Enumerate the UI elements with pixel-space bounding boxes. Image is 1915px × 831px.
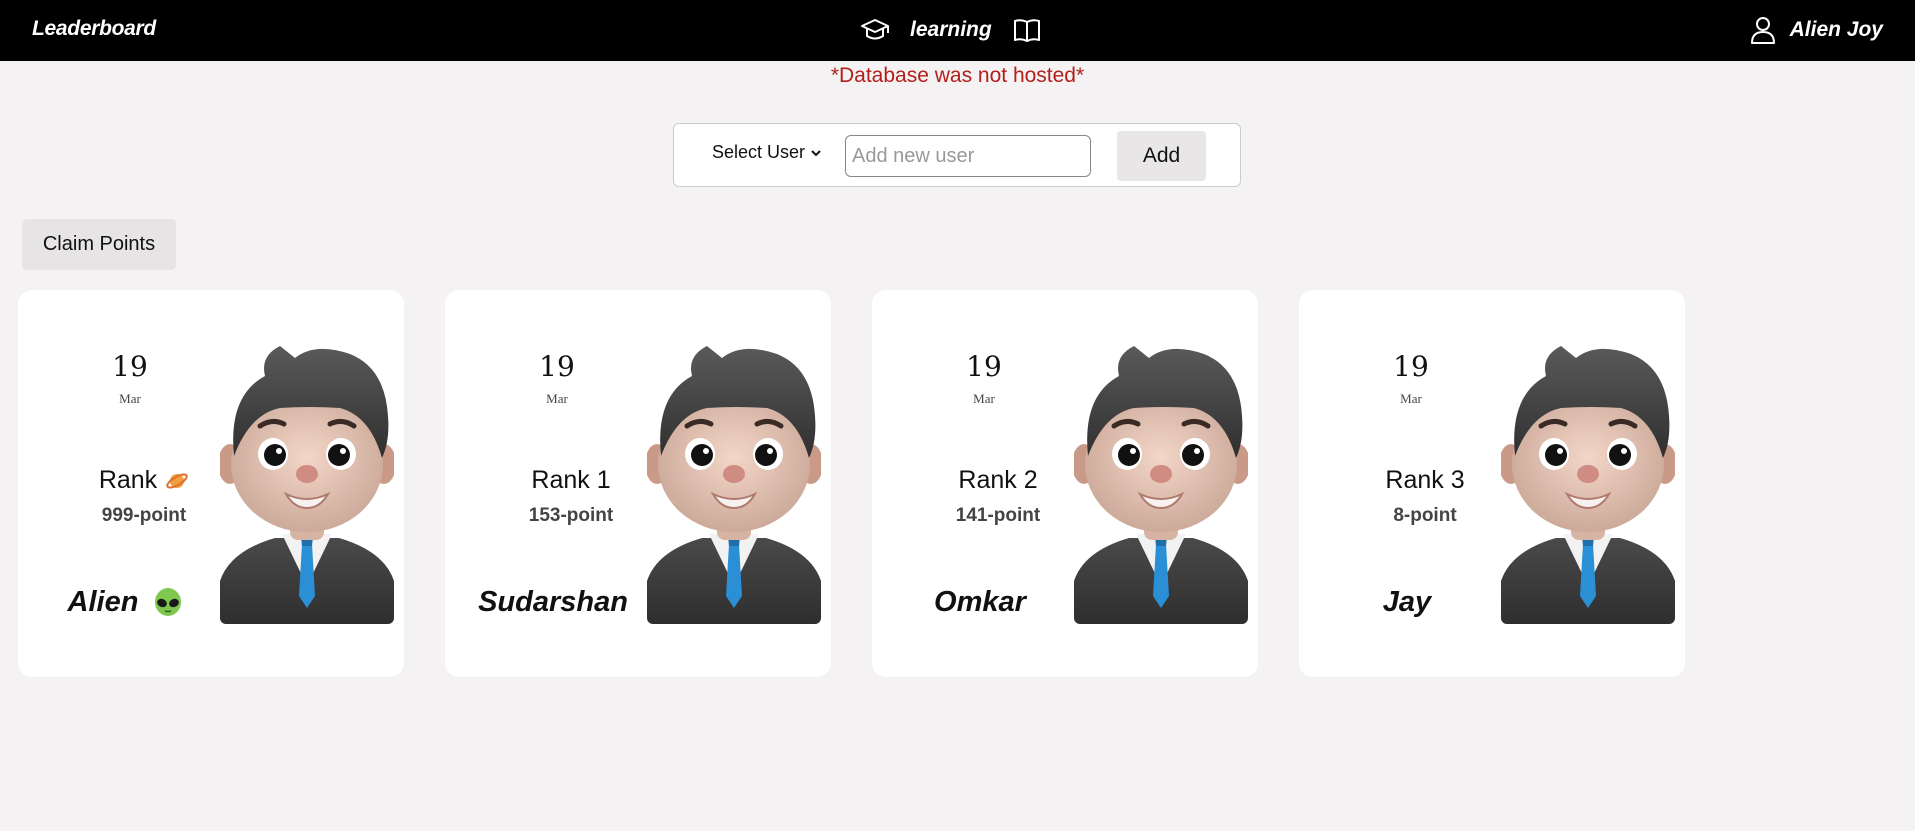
card-rank: Rank 3 — [1385, 466, 1465, 494]
card-user-name-label: Alien — [67, 586, 139, 618]
card-rank: Rank — [64, 466, 224, 495]
card-rank: Rank 1 — [531, 466, 611, 494]
database-warning: *Database was not hosted* — [830, 64, 1085, 87]
planet-icon — [166, 473, 188, 489]
card-user-name: Omkar — [934, 586, 1026, 618]
nav-learning-link[interactable]: learning — [910, 18, 992, 42]
card-points: 153-point — [528, 505, 614, 526]
leaderboard-cards: 19 Mar Rank 999-point Alien 19 Mar Rank … — [0, 290, 1915, 677]
alien-emoji-icon — [155, 588, 182, 617]
card-user-name: Alien — [26, 586, 226, 619]
add-user-button[interactable]: Add — [1117, 131, 1206, 181]
card-date-month: Mar — [973, 391, 995, 406]
card-points: 141-point — [955, 505, 1041, 526]
avatar — [647, 346, 821, 624]
card-date-day: 19 — [539, 350, 575, 383]
select-user-dropdown[interactable]: Select User — [712, 142, 822, 163]
leaderboard-card[interactable]: 19 Mar Rank 999-point Alien — [18, 290, 404, 677]
card-rank: Rank 2 — [958, 466, 1038, 494]
user-name: Alien Joy — [1789, 18, 1883, 41]
card-date-month: Mar — [546, 391, 568, 406]
card-points: 999-point — [101, 505, 187, 526]
card-date-month: Mar — [1400, 391, 1422, 406]
leaderboard-card[interactable]: 19 Mar Rank 3 8-point Jay — [1299, 290, 1685, 677]
card-date-month: Mar — [119, 391, 141, 406]
card-date-day: 19 — [966, 350, 1002, 383]
nav-center-group: learning — [860, 14, 1042, 46]
open-book-icon[interactable] — [1012, 15, 1042, 45]
leaderboard-card[interactable]: 19 Mar Rank 1 153-point Sudarshan — [445, 290, 831, 677]
brand-title[interactable]: Leaderboard — [32, 17, 156, 41]
nav-user-menu[interactable]: Alien Joy — [1748, 14, 1883, 46]
chevron-down-icon — [811, 149, 821, 156]
user-icon — [1750, 17, 1775, 44]
select-user-label: Select User — [712, 142, 806, 162]
avatar — [1501, 346, 1675, 624]
avatar — [220, 346, 394, 624]
claim-points-button[interactable]: Claim Points — [22, 219, 176, 270]
add-user-bar: Select User Add — [673, 123, 1241, 187]
leaderboard-card[interactable]: 19 Mar Rank 2 141-point Omkar — [872, 290, 1258, 677]
card-user-name: Jay — [1382, 586, 1432, 618]
card-date-day: 19 — [1393, 350, 1429, 383]
graduation-cap-icon[interactable] — [860, 15, 890, 45]
card-user-name: Sudarshan — [478, 586, 628, 618]
card-date-day: 19 — [112, 350, 148, 383]
card-points: 8-point — [1393, 505, 1457, 526]
top-navbar: Leaderboard learning Alien Joy — [0, 0, 1915, 61]
card-rank-label: Rank — [98, 466, 158, 494]
avatar — [1074, 346, 1248, 624]
new-user-input[interactable] — [845, 135, 1091, 177]
